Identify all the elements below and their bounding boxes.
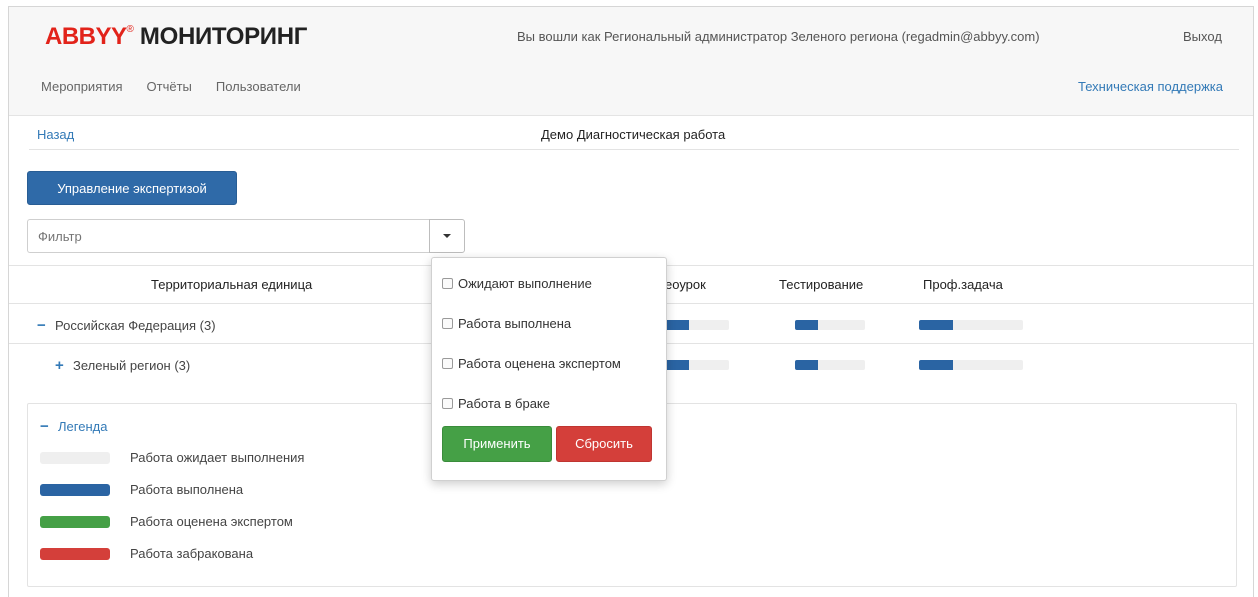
- progress-fill: [795, 320, 819, 330]
- logo: ABBYY ® МОНИТОРИНГ: [45, 23, 307, 57]
- legend-swatch: [40, 451, 110, 464]
- legend-label: Работа оценена экспертом: [130, 514, 293, 529]
- progress-fill: [795, 360, 819, 370]
- expand-icon[interactable]: +: [55, 357, 73, 374]
- filter-option-rejected[interactable]: Работа в браке: [442, 396, 550, 411]
- legend-label: Работа забракована: [130, 546, 254, 561]
- filter-option-pending[interactable]: Ожидают выполнение: [442, 276, 592, 291]
- legend-item-evaluated: Работа оценена экспертом: [40, 514, 293, 529]
- legend-swatch: [40, 515, 110, 528]
- collapse-icon: −: [40, 418, 49, 435]
- progress-bar-testing: [795, 320, 865, 330]
- apply-button[interactable]: Применить: [442, 426, 552, 462]
- legend-item-done: Работа выполнена: [40, 482, 243, 497]
- table-row-green-region[interactable]: + Зеленый регион (3): [55, 357, 190, 374]
- logo-registered-mark: ®: [126, 24, 134, 35]
- checkbox[interactable]: [442, 358, 453, 369]
- nav-events[interactable]: Мероприятия: [41, 79, 123, 94]
- legend-label: Работа выполнена: [130, 482, 244, 497]
- logout-link[interactable]: Выход: [1183, 29, 1222, 44]
- filter-dropdown-toggle[interactable]: [429, 219, 465, 253]
- row-label: Российская Федерация (3): [55, 318, 216, 333]
- page-title: Демо Диагностическая работа: [541, 127, 726, 142]
- option-label: Ожидают выполнение: [458, 276, 592, 291]
- divider: [29, 149, 1239, 150]
- legend-title: Легенда: [58, 419, 108, 434]
- collapse-icon[interactable]: −: [37, 317, 55, 334]
- logo-brand: ABBYY: [45, 23, 127, 50]
- column-header-territory: Территориальная единица: [151, 277, 313, 292]
- filter-input[interactable]: [27, 219, 429, 253]
- option-label: Работа оценена экспертом: [458, 356, 621, 371]
- nav-users[interactable]: Пользователи: [216, 79, 301, 94]
- column-header-testing: Тестирование: [779, 277, 864, 292]
- main-nav: Мероприятия Отчёты Пользователи: [41, 79, 325, 94]
- table-row-russia[interactable]: − Российская Федерация (3): [37, 317, 216, 334]
- column-header-videolesson: еоурок: [665, 277, 706, 292]
- back-link[interactable]: Назад: [37, 127, 74, 142]
- app-window: ABBYY ® МОНИТОРИНГ Вы вошли как Регионал…: [8, 6, 1254, 597]
- nav-reports[interactable]: Отчёты: [147, 79, 192, 94]
- legend-swatch: [40, 483, 110, 496]
- legend-item-rejected: Работа забракована: [40, 546, 253, 561]
- progress-fill: [919, 360, 954, 370]
- legend-toggle[interactable]: − Легенда: [40, 418, 107, 435]
- support-link[interactable]: Техническая поддержка: [1078, 79, 1223, 94]
- filter-option-done[interactable]: Работа выполнена: [442, 316, 571, 331]
- progress-bar-prof-task: [919, 360, 1023, 370]
- legend-swatch: [40, 547, 110, 560]
- checkbox[interactable]: [442, 278, 453, 289]
- logo-product: МОНИТОРИНГ: [139, 23, 308, 50]
- caret-down-icon: [443, 234, 451, 238]
- column-header-prof-task: Проф.задача: [923, 277, 1003, 292]
- reset-button[interactable]: Сбросить: [556, 426, 652, 462]
- filter-option-evaluated[interactable]: Работа оценена экспертом: [442, 356, 621, 371]
- option-label: Работа в браке: [458, 396, 550, 411]
- user-info: Вы вошли как Региональный администратор …: [517, 29, 1040, 44]
- manage-expertise-button[interactable]: Управление экспертизой: [27, 171, 237, 205]
- legend-item-pending: Работа ожидает выполнения: [40, 450, 304, 465]
- progress-bar-testing: [795, 360, 865, 370]
- progress-bar-videolesson: [665, 320, 729, 330]
- progress-fill: [919, 320, 954, 330]
- progress-fill: [665, 360, 690, 370]
- progress-fill: [665, 320, 690, 330]
- filter-dropdown-menu: Ожидают выполнение Работа выполнена Рабо…: [431, 257, 667, 481]
- checkbox[interactable]: [442, 398, 453, 409]
- progress-bar-prof-task: [919, 320, 1023, 330]
- row-label: Зеленый регион (3): [73, 358, 191, 373]
- checkbox[interactable]: [442, 318, 453, 329]
- header: ABBYY ® МОНИТОРИНГ Вы вошли как Регионал…: [9, 7, 1253, 116]
- legend-label: Работа ожидает выполнения: [130, 450, 305, 465]
- option-label: Работа выполнена: [458, 316, 572, 331]
- progress-bar-videolesson: [665, 360, 729, 370]
